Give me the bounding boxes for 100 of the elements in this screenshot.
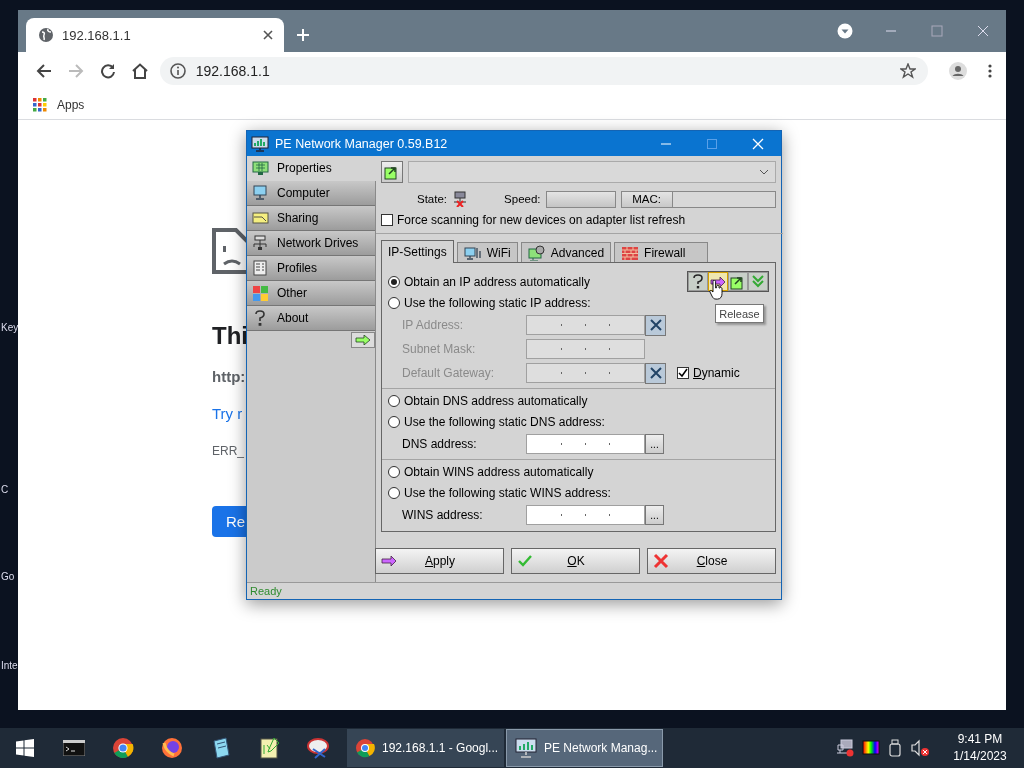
arrow-button[interactable] xyxy=(351,332,375,348)
sidebar-item[interactable]: Properties xyxy=(247,156,376,181)
checkbox[interactable]: Force scanning for new devices on adapter list refresh xyxy=(381,212,686,227)
windows-logo-icon[interactable] xyxy=(15,739,34,757)
network-icon xyxy=(252,235,269,251)
clear-button[interactable] xyxy=(645,362,666,384)
network-error-icon xyxy=(452,191,469,207)
clear-button[interactable] xyxy=(645,314,666,336)
sidebar-item[interactable]: Computer xyxy=(247,181,375,206)
editor-icon[interactable] xyxy=(259,737,280,759)
clock[interactable]: 9:41 PM 1/14/2023 xyxy=(944,731,1016,765)
radio-label: Use the following static IP address: xyxy=(404,295,591,310)
radio-label: Use the following static WINS address: xyxy=(404,485,611,500)
star-icon[interactable] xyxy=(900,63,917,79)
reload-icon[interactable] xyxy=(99,63,116,79)
window-title: PE Network Manager 0.59.B12 xyxy=(275,136,449,151)
notepad-icon[interactable] xyxy=(210,737,231,759)
chrome-icon[interactable] xyxy=(111,737,134,759)
radio-label: Obtain an IP address automatically xyxy=(404,274,590,289)
arrow-icon xyxy=(355,335,371,345)
x-mark-icon xyxy=(653,553,669,569)
dns-address-field[interactable] xyxy=(526,434,645,454)
brick-wall-icon xyxy=(621,244,640,261)
browser-tab[interactable]: 192.168.1.1 xyxy=(26,18,284,52)
sidebar-item[interactable]: Other xyxy=(247,281,375,306)
status-bar: Ready xyxy=(247,582,781,599)
arrow-icon xyxy=(381,553,397,569)
taskbar-window-button[interactable]: 192.168.1.1 - Googl... xyxy=(347,729,504,767)
network-error-icon[interactable] xyxy=(836,739,854,757)
wifi-computer-icon xyxy=(463,244,482,261)
browse-button[interactable]: ... xyxy=(645,505,664,525)
sidebar-item[interactable]: About xyxy=(247,306,375,331)
hand-cursor-icon xyxy=(709,280,723,300)
tab[interactable]: IP-Settings xyxy=(381,240,454,263)
field-label: WINS address: xyxy=(402,508,484,522)
close-icon[interactable] xyxy=(262,29,274,41)
home-icon[interactable] xyxy=(130,63,149,79)
list-icon xyxy=(252,260,269,276)
field-label: IP Address: xyxy=(402,318,465,332)
dialog-button[interactable]: OK xyxy=(511,548,640,574)
dialog-button[interactable]: Close xyxy=(647,548,776,574)
x-mark-icon xyxy=(648,318,663,332)
renew-button[interactable] xyxy=(728,272,748,291)
ip-address-field[interactable] xyxy=(526,315,645,335)
address-bar[interactable]: 192.168.1.1 xyxy=(159,57,929,85)
taskbar-window-button[interactable]: PE Network Manag... xyxy=(506,729,663,767)
usb-drive-icon[interactable] xyxy=(888,739,902,757)
desktop-icon-label[interactable]: Key xyxy=(1,322,19,333)
sidebar-item[interactable]: Sharing xyxy=(247,206,375,231)
field-label: Default Gateway: xyxy=(402,366,496,380)
speed-value xyxy=(545,190,616,208)
ip-address-field[interactable] xyxy=(526,363,645,383)
reload-button[interactable]: Re xyxy=(212,506,246,537)
tab[interactable]: Advanced xyxy=(520,242,612,262)
ip-address-field[interactable] xyxy=(526,339,645,359)
radio-label: Use the following static DNS address: xyxy=(404,414,605,429)
wins-address-field[interactable] xyxy=(526,505,645,525)
checkmark-icon xyxy=(678,368,688,378)
monitor-chart-icon xyxy=(251,135,269,152)
radio-button[interactable] xyxy=(388,296,400,309)
checkbox[interactable]: Dynamic xyxy=(677,366,740,380)
radio-button[interactable] xyxy=(388,275,400,288)
scissors-disc-icon[interactable] xyxy=(306,737,331,759)
radio-button[interactable] xyxy=(388,415,400,428)
terminal-icon[interactable] xyxy=(62,740,85,756)
sidebar-item[interactable]: Profiles xyxy=(247,256,375,281)
firefox-icon[interactable] xyxy=(160,737,183,759)
help-button[interactable] xyxy=(688,272,708,291)
tooltip: Release xyxy=(715,304,764,323)
tab[interactable]: Firewall xyxy=(614,242,709,262)
plus-icon[interactable] xyxy=(296,28,310,42)
profile-icon[interactable] xyxy=(949,62,968,80)
gear-computer-icon xyxy=(527,244,546,261)
x-mark-icon xyxy=(648,366,663,380)
dropdown-icon[interactable] xyxy=(837,23,853,39)
bookmark-link[interactable]: Apps xyxy=(33,97,85,112)
back-arrow-icon[interactable] xyxy=(35,63,52,79)
error-code: ERR_ xyxy=(212,444,244,458)
menu-icon[interactable] xyxy=(988,63,993,79)
field-label: DNS address: xyxy=(402,437,478,451)
monitor-grid-icon xyxy=(252,160,269,176)
export-button[interactable] xyxy=(381,161,403,183)
desktop-icon-label[interactable]: Go xyxy=(1,571,15,582)
color-display-icon[interactable] xyxy=(862,740,880,756)
radio-button[interactable] xyxy=(388,486,400,499)
radio-button[interactable] xyxy=(388,394,400,407)
dialog-button[interactable]: Apply xyxy=(375,548,504,574)
tab[interactable]: WiFi xyxy=(456,242,518,262)
desktop-icon-label[interactable]: Inte xyxy=(1,660,18,671)
sidebar-item[interactable]: Network Drives xyxy=(247,231,375,256)
radio-label: Obtain DNS address automatically xyxy=(404,393,588,408)
suggestion-text: Try r xyxy=(212,405,243,422)
question-icon xyxy=(690,273,706,290)
speed-label: Speed: xyxy=(504,193,541,205)
browse-button[interactable]: ... xyxy=(645,434,664,454)
chrome-icon xyxy=(355,738,375,758)
speaker-muted-icon[interactable] xyxy=(910,739,930,757)
desktop-icon-label[interactable]: C xyxy=(1,484,9,495)
folder-icon xyxy=(252,210,269,226)
radio-button[interactable] xyxy=(388,465,400,478)
